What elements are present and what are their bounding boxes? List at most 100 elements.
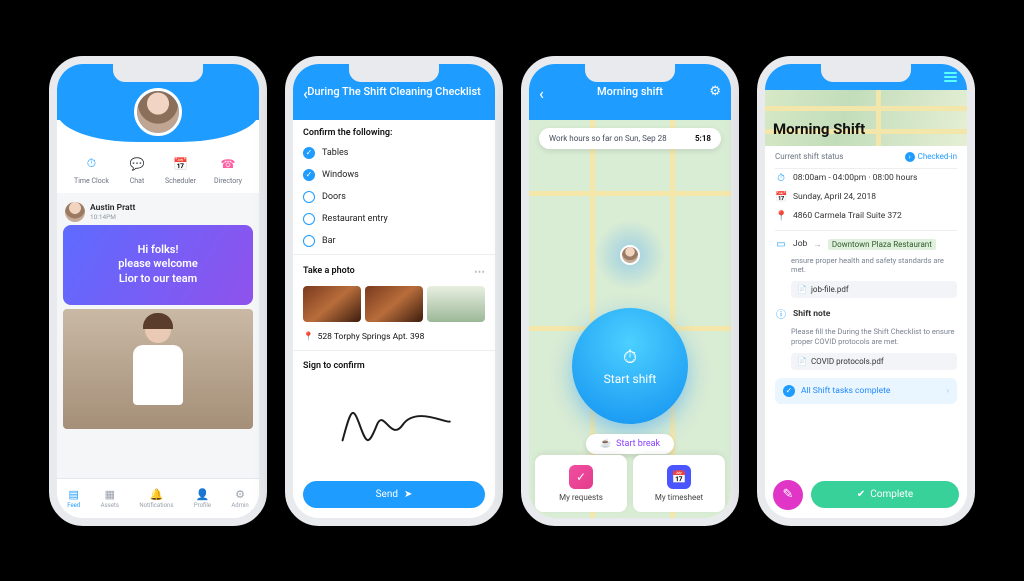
hours-pill: Work hours so far on Sun, Sep 285:18 bbox=[539, 128, 721, 149]
tab-notifications[interactable]: 🔔Notifications bbox=[139, 488, 173, 509]
location-row: 📍528 Torphy Springs Apt. 398 bbox=[293, 326, 495, 348]
gear-icon[interactable]: ⚙ bbox=[709, 84, 721, 99]
check-icon bbox=[303, 191, 315, 203]
post-header: Austin Pratt 10:14PM bbox=[63, 199, 253, 225]
row-job: ▭ Job → Downtown Plaza Restaurant bbox=[765, 235, 967, 254]
feed-icon: ▤ bbox=[68, 488, 78, 501]
card-my-timesheet[interactable]: 📅 My timesheet bbox=[633, 455, 725, 512]
device-notch bbox=[113, 64, 203, 82]
chevron-right-icon: › bbox=[946, 386, 949, 396]
photo-thumb[interactable] bbox=[303, 286, 361, 322]
signature-icon bbox=[334, 399, 454, 451]
profile-icon: 👤 bbox=[196, 488, 210, 501]
bottom-cards: ✓ My requests 📅 My timesheet bbox=[529, 449, 731, 518]
checklist-item-windows[interactable]: ✓Windows bbox=[293, 164, 495, 186]
post-author-avatar[interactable] bbox=[65, 202, 85, 222]
sliders-icon: ⚙ bbox=[235, 488, 245, 501]
post-author-name: Austin Pratt bbox=[90, 203, 135, 213]
requests-icon: ✓ bbox=[569, 465, 593, 489]
photo-thumb[interactable] bbox=[365, 286, 423, 322]
welcome-line: please welcome bbox=[77, 257, 239, 272]
quick-time-clock[interactable]: ⏱Time Clock bbox=[74, 154, 109, 185]
device-notch bbox=[821, 64, 911, 82]
welcome-line: Hi folks! bbox=[77, 243, 239, 258]
row-address: 📍4860 Carmela Trail Suite 372 bbox=[765, 207, 967, 226]
job-chip[interactable]: Downtown Plaza Restaurant bbox=[828, 239, 936, 250]
checklist-item-tables[interactable]: ✓Tables bbox=[293, 142, 495, 164]
quick-directory[interactable]: ☎Directory bbox=[214, 154, 242, 185]
pencil-icon: ✎ bbox=[783, 487, 794, 502]
tab-admin[interactable]: ⚙Admin bbox=[231, 488, 248, 509]
check-icon: ✓ bbox=[303, 147, 315, 159]
check-icon: ✔ bbox=[857, 489, 865, 500]
send-icon: ➤ bbox=[404, 489, 412, 500]
tasks-complete-bar[interactable]: ✓ All Shift tasks complete › bbox=[775, 378, 957, 404]
checklist-item-entry[interactable]: Restaurant entry bbox=[293, 208, 495, 230]
quick-scheduler[interactable]: 📅Scheduler bbox=[165, 154, 196, 185]
file-icon: 📄 bbox=[797, 285, 807, 294]
user-pin-avatar bbox=[620, 245, 640, 265]
photo-thumb[interactable] bbox=[427, 286, 485, 322]
check-icon bbox=[303, 235, 315, 247]
confirm-label: Confirm the following: bbox=[293, 120, 495, 142]
back-icon[interactable]: ‹ bbox=[539, 84, 544, 103]
welcome-card[interactable]: Hi folks! please welcome Lior to our tea… bbox=[63, 225, 253, 306]
device-notch bbox=[349, 64, 439, 82]
page-title: Morning Shift bbox=[773, 120, 865, 138]
calendar-icon: 📅 bbox=[171, 154, 191, 174]
row-date: 📅Sunday, April 24, 2018 bbox=[765, 188, 967, 207]
file-job-pdf[interactable]: 📄job-file.pdf bbox=[791, 281, 957, 298]
welcome-line: Lior to our team bbox=[77, 272, 239, 287]
tab-assets[interactable]: ▦Assets bbox=[101, 488, 119, 509]
edit-fab[interactable]: ✎ bbox=[773, 480, 803, 510]
device-notch bbox=[585, 64, 675, 82]
chat-icon: 💬 bbox=[127, 154, 147, 174]
grid-icon: ▦ bbox=[105, 488, 115, 501]
hours-value: 5:18 bbox=[695, 134, 711, 143]
check-icon: ✓ bbox=[783, 385, 795, 397]
phone-startshift: ‹ Morning shift ⚙ Work hours so far on S… bbox=[521, 56, 739, 526]
map-area[interactable]: Work hours so far on Sun, Sep 285:18 ⏱ S… bbox=[529, 120, 731, 518]
header-title: During The Shift Cleaning Checklist bbox=[307, 85, 481, 98]
info-icon: ⓘ bbox=[775, 306, 787, 321]
check-icon: ✓ bbox=[303, 169, 315, 181]
location-pulse bbox=[595, 220, 665, 290]
card-my-requests[interactable]: ✓ My requests bbox=[535, 455, 627, 512]
status-badge: ›Checked-in bbox=[905, 152, 957, 162]
complete-button[interactable]: ✔Complete bbox=[811, 481, 959, 508]
quick-chat[interactable]: 💬Chat bbox=[127, 154, 147, 185]
phone-checklist: ‹ During The Shift Cleaning Checklist Co… bbox=[285, 56, 503, 526]
back-icon[interactable]: ‹ bbox=[303, 84, 308, 103]
row-time: ⏱08:00am - 04:00pm · 08:00 hours bbox=[765, 169, 967, 188]
menu-icon[interactable] bbox=[944, 72, 957, 82]
feed-photo[interactable] bbox=[63, 309, 253, 429]
map-strip[interactable]: Morning Shift bbox=[765, 90, 967, 146]
row-shift-note: ⓘShift note bbox=[765, 300, 967, 325]
file-covid-pdf[interactable]: 📄COVID protocols.pdf bbox=[791, 353, 957, 370]
signature-area[interactable] bbox=[293, 375, 495, 475]
photo-section-label: Take a photo bbox=[303, 266, 355, 276]
arrow-icon: › bbox=[905, 152, 915, 162]
clock-icon: ⏱ bbox=[775, 173, 787, 184]
phone-icon: ☎ bbox=[218, 154, 238, 174]
tab-feed[interactable]: ▤Feed bbox=[67, 488, 80, 509]
file-icon: 📄 bbox=[797, 357, 807, 366]
phone-feed: ⏱Time Clock 💬Chat 📅Scheduler ☎Directory … bbox=[49, 56, 267, 526]
send-button[interactable]: Send➤ bbox=[303, 481, 485, 508]
checklist-item-bar[interactable]: Bar bbox=[293, 230, 495, 252]
briefcase-icon: ▭ bbox=[775, 239, 787, 250]
check-icon bbox=[303, 213, 315, 225]
checklist-item-doors[interactable]: Doors bbox=[293, 186, 495, 208]
job-note: ensure proper health and safety standard… bbox=[765, 254, 967, 280]
waitress-illustration bbox=[123, 317, 193, 417]
tab-profile[interactable]: 👤Profile bbox=[194, 488, 211, 509]
coffee-icon: ☕ bbox=[600, 439, 611, 449]
phone-shift-detail: Morning Shift Current shift status ›Chec… bbox=[757, 56, 975, 526]
user-avatar[interactable] bbox=[134, 88, 182, 136]
bell-icon: 🔔 bbox=[150, 488, 164, 501]
start-shift-button[interactable]: ⏱ Start shift bbox=[572, 308, 688, 424]
stopwatch-icon: ⏱ bbox=[623, 347, 637, 368]
clock-icon: ⏱ bbox=[81, 154, 101, 174]
more-icon[interactable]: ⋯ bbox=[474, 265, 485, 278]
pin-icon: 📍 bbox=[303, 332, 314, 342]
